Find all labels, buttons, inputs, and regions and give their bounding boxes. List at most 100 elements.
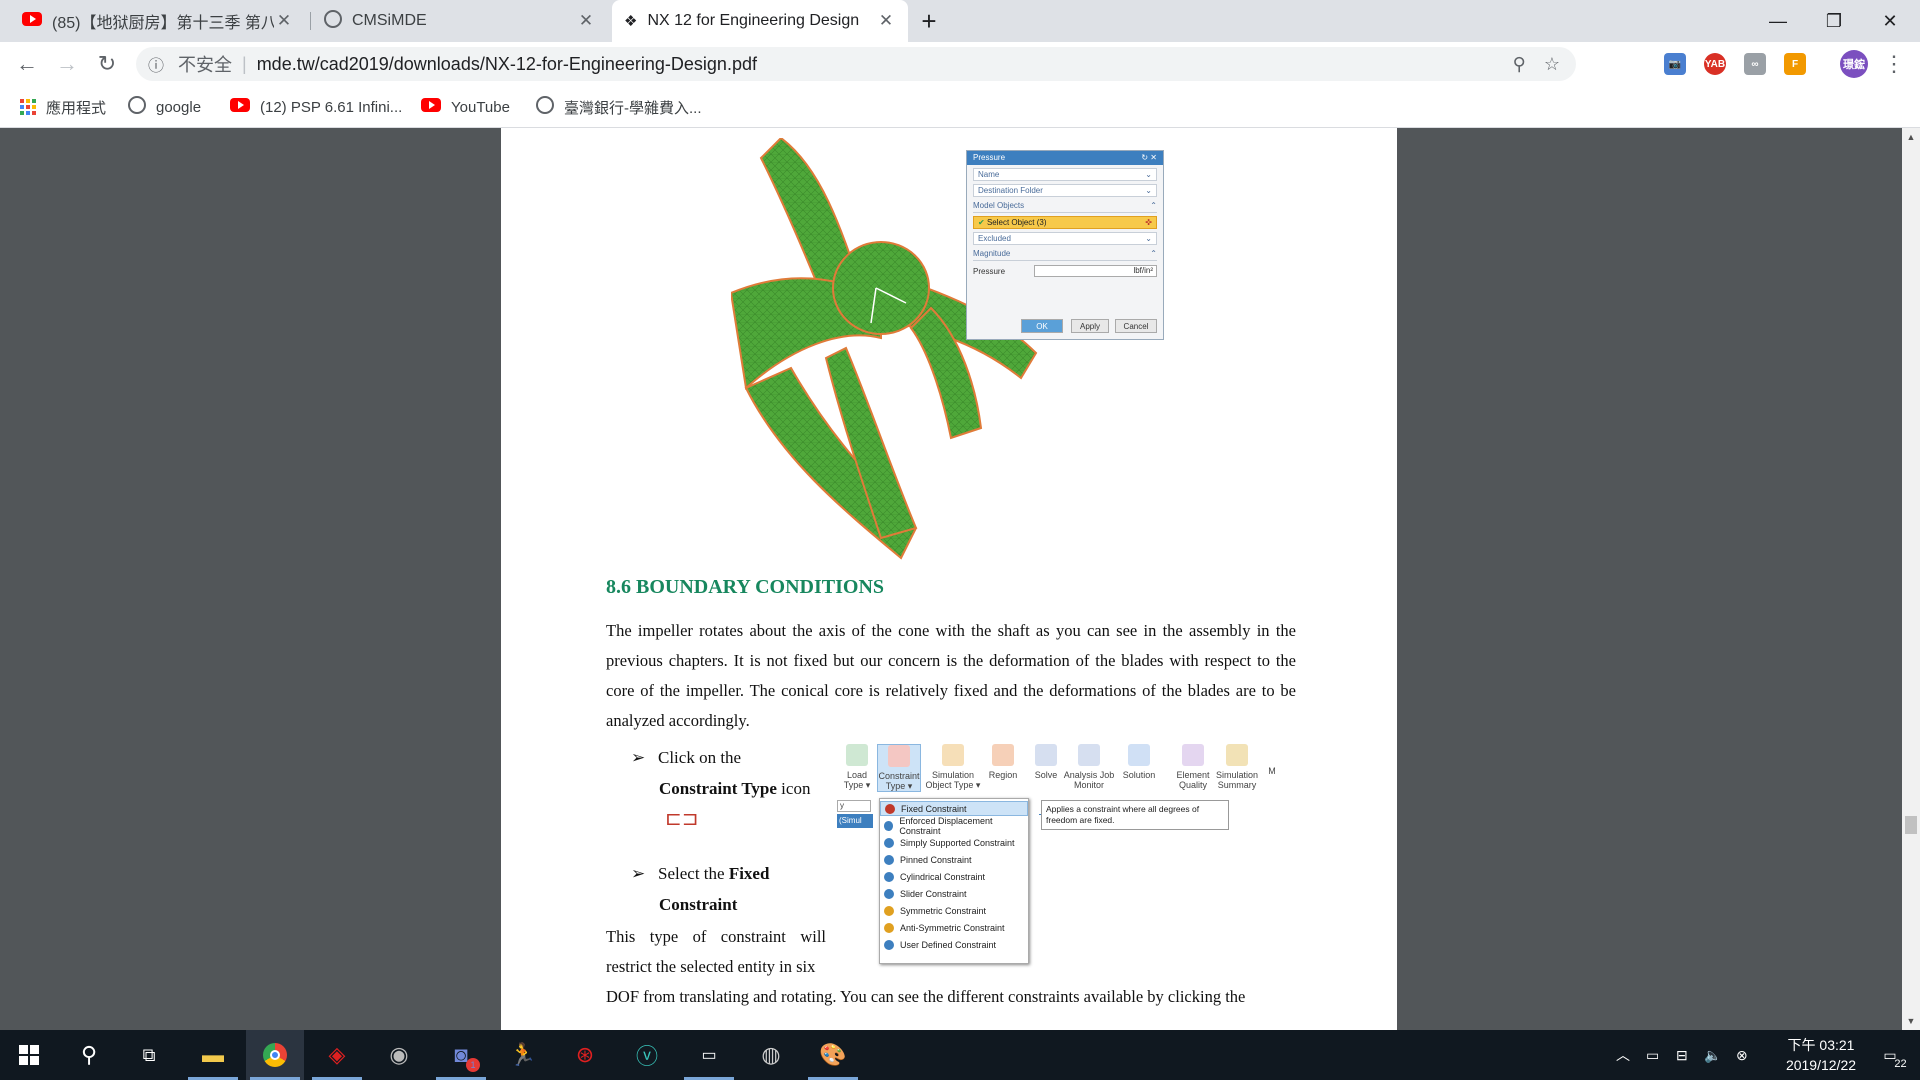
body-paragraph: The impeller rotates about the axis of t… xyxy=(606,621,1296,730)
clock-date: 2019/12/22 xyxy=(1785,1057,1857,1073)
back-icon[interactable]: ← xyxy=(11,48,43,80)
scroll-thumb[interactable] xyxy=(1905,816,1917,834)
menu-dots-icon[interactable]: ⋮ xyxy=(1878,48,1910,80)
body-paragraph: This type of constraint will xyxy=(606,927,826,946)
ok-button[interactable]: OK xyxy=(1021,319,1063,333)
profile-avatar[interactable]: 璟鋐 xyxy=(1840,50,1868,78)
apply-button[interactable]: Apply xyxy=(1071,319,1109,333)
battery-icon[interactable]: ▭ xyxy=(1646,1030,1659,1080)
steam-icon[interactable]: ◉ xyxy=(370,1030,428,1080)
cancel-button[interactable]: Cancel xyxy=(1115,319,1157,333)
dialog-header: Pressure ↻ ✕ xyxy=(967,151,1163,165)
info-icon[interactable]: ⓘ xyxy=(148,52,170,76)
tab-hells-kitchen[interactable]: (85)【地狱厨房】第十三季 第八集 ✕ xyxy=(10,0,306,42)
close-icon[interactable]: ✕ xyxy=(576,11,596,31)
file-explorer-icon[interactable]: ▬ xyxy=(184,1030,242,1080)
search-icon[interactable]: ⚲ xyxy=(60,1030,118,1080)
task-view-icon[interactable]: ⧉ xyxy=(120,1030,178,1080)
nx-ribbon-screenshot: Load Type ▾ Constraint Type ▾ Simulation… xyxy=(837,744,1307,828)
bookmark-bank[interactable]: 臺灣銀行-學雜費入... xyxy=(536,86,702,128)
load-type-button: Load Type ▾ xyxy=(839,744,875,790)
reload-icon[interactable]: ↻ xyxy=(91,48,123,80)
camera-extension-icon[interactable]: 📷 xyxy=(1664,53,1686,75)
close-window-button[interactable]: ✕ xyxy=(1862,0,1918,42)
bookmark-label: YouTube xyxy=(451,98,510,116)
constraint-icon xyxy=(884,871,894,882)
constraint-icon xyxy=(888,745,910,767)
youtube-icon xyxy=(22,11,42,31)
windows-start-icon[interactable] xyxy=(0,1030,58,1080)
menu-item-cylindrical: Cylindrical Constraint xyxy=(880,869,1028,884)
pdf-viewer[interactable]: Pressure ↻ ✕ Name ⌄ Destination Folder ⌄ M… xyxy=(0,128,1920,1030)
clock-time: 下午 03:21 xyxy=(1787,1037,1855,1053)
constraint-icon xyxy=(884,854,894,865)
input-method-icon[interactable]: ⊗ xyxy=(1736,1030,1748,1080)
bookmark-psp[interactable]: (12) PSP 6.61 Infini... xyxy=(230,86,402,128)
notifications-icon[interactable]: ▭ 22 xyxy=(1870,1030,1910,1080)
menu-item-slider: Slider Constraint xyxy=(880,886,1028,901)
zoom-icon[interactable]: ⚲ xyxy=(1513,54,1526,75)
bookmark-apps[interactable]: 應用程式 xyxy=(20,86,106,128)
select-object-field[interactable]: ✔ Select Object (3) ✜ xyxy=(973,216,1157,229)
link-extension-icon[interactable]: ∞ xyxy=(1744,53,1766,75)
close-icon[interactable]: ✕ xyxy=(876,11,896,31)
bookmark-google[interactable]: google xyxy=(128,86,201,128)
apps-icon xyxy=(20,99,36,115)
body-paragraph: DOF from translating and rotating. You c… xyxy=(606,987,1246,1006)
tab-cmsimde[interactable]: CMSiMDE ✕ xyxy=(312,0,608,42)
model-objects-section[interactable]: Model Objects ⌃ xyxy=(973,201,1157,213)
bookmark-youtube[interactable]: YouTube xyxy=(421,86,510,128)
vertical-scrollbar[interactable]: ▲ ▼ xyxy=(1902,128,1920,1030)
game-launcher-icon[interactable]: ⊛ xyxy=(556,1030,614,1080)
close-icon[interactable]: ↻ ✕ xyxy=(1141,153,1157,163)
counter-strike-icon[interactable]: 🏃 xyxy=(494,1030,552,1080)
garena-icon[interactable]: ◈ xyxy=(308,1030,366,1080)
font-extension-icon[interactable]: F xyxy=(1784,53,1806,75)
minimize-button[interactable]: — xyxy=(1750,0,1806,42)
menu-item-user-defined: User Defined Constraint xyxy=(880,937,1028,952)
monitor-icon xyxy=(1078,744,1100,766)
app-v-icon[interactable]: ⓥ xyxy=(618,1030,676,1080)
forward-icon[interactable]: → xyxy=(51,48,83,80)
chrome-icon[interactable] xyxy=(246,1030,304,1080)
constraint-type-button: Constraint Type ▾ xyxy=(877,744,921,792)
clock[interactable]: 下午 03:21 2019/12/22 xyxy=(1766,1030,1876,1080)
bookmark-label: 臺灣銀行-學雜費入... xyxy=(564,99,702,117)
ribbon-selector: y xyxy=(837,800,871,812)
analysis-job-monitor-button: Analysis Job Monitor xyxy=(1061,744,1117,790)
volume-icon[interactable]: 🔈 xyxy=(1704,1030,1721,1080)
bookmark-label: (12) PSP 6.61 Infini... xyxy=(260,98,403,116)
sphere-app-icon[interactable]: ◍ xyxy=(742,1030,800,1080)
terminal-icon[interactable]: ▭ xyxy=(680,1030,738,1080)
url-text: mde.tw/cad2019/downloads/NX-12-for-Engin… xyxy=(256,53,757,74)
show-hidden-icons[interactable]: ︿ xyxy=(1616,1030,1630,1080)
globe-icon xyxy=(536,96,554,118)
tab-title: CMSiMDE xyxy=(352,12,427,29)
tab-nx12-pdf[interactable]: ❖ NX 12 for Engineering Design ✕ xyxy=(612,0,908,42)
bullet-click-constraint: ➢ Click on the Constraint Type icon ⊏⊐ xyxy=(631,742,810,835)
constraint-icon xyxy=(884,939,894,950)
tab-title: NX 12 for Engineering Design xyxy=(647,12,860,29)
yab-extension-icon[interactable]: YAB xyxy=(1704,53,1726,75)
paint-icon[interactable]: 🎨 xyxy=(804,1030,862,1080)
network-icon[interactable]: ⊟ xyxy=(1676,1030,1688,1080)
close-icon[interactable]: ✕ xyxy=(274,11,294,31)
scroll-down-icon[interactable]: ▼ xyxy=(1902,1016,1920,1026)
constraint-icon xyxy=(884,837,894,848)
destination-folder-field[interactable]: Destination Folder ⌄ xyxy=(973,184,1157,197)
excluded-field[interactable]: Excluded ⌄ xyxy=(973,232,1157,245)
solution-button: Solution xyxy=(1119,744,1159,780)
star-icon[interactable]: ☆ xyxy=(1544,54,1560,75)
solution-icon xyxy=(1128,744,1150,766)
scroll-up-icon[interactable]: ▲ xyxy=(1902,132,1920,142)
magnitude-section[interactable]: Magnitude ⌃ xyxy=(973,249,1157,261)
discord-icon[interactable]: ◙ 1 xyxy=(432,1030,490,1080)
pressure-input[interactable]: lbf/in² xyxy=(1034,265,1157,277)
new-tab-button[interactable]: + xyxy=(907,0,951,42)
crosshair-icon: ✜ xyxy=(1145,218,1152,227)
globe-icon xyxy=(128,96,146,118)
constraint-icon xyxy=(884,888,894,899)
address-bar[interactable]: ⓘ 不安全 | mde.tw/cad2019/downloads/NX-12-f… xyxy=(136,47,1576,81)
name-field[interactable]: Name ⌄ xyxy=(973,168,1157,181)
restore-button[interactable]: ❐ xyxy=(1806,0,1862,42)
